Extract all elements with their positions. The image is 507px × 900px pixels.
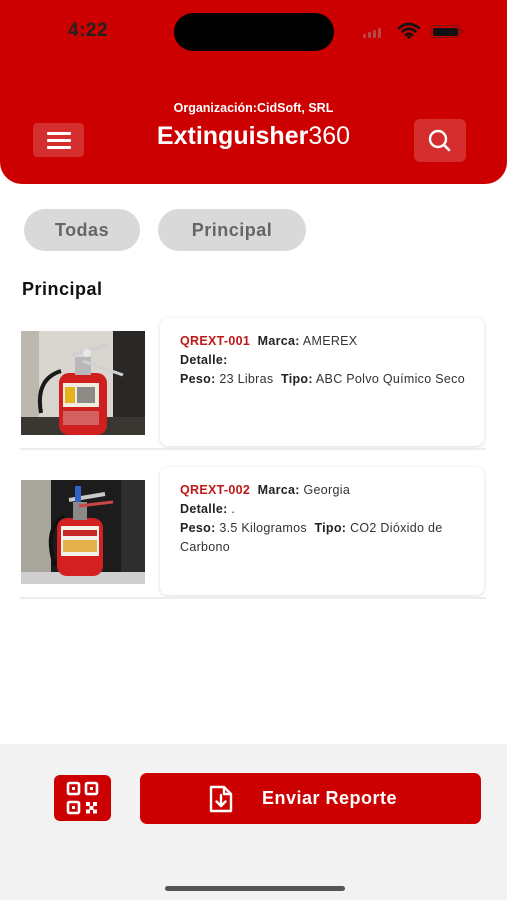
peso-value: 23 Libras (219, 372, 274, 386)
tipo-label: Tipo: (281, 372, 313, 386)
marca-value: AMEREX (302, 334, 358, 348)
extinguisher-card[interactable]: QREXT-002 Marca: Georgia Detalle: . Peso… (160, 467, 484, 595)
filter-chip-principal[interactable]: Principal (158, 209, 306, 251)
extinguisher-list-item[interactable]: QREXT-001 Marca: AMEREX Detalle: Peso: 2… (20, 318, 486, 450)
peso-label: Peso: (180, 521, 216, 535)
download-document-icon (209, 785, 233, 813)
wifi-icon (398, 22, 420, 39)
cellular-signal-icon (363, 28, 381, 38)
fire-extinguisher-photo (21, 331, 145, 435)
peso-label: Peso: (180, 372, 216, 386)
battery-icon (430, 25, 463, 38)
tipo-label: Tipo: (314, 521, 347, 535)
search-icon (428, 129, 451, 152)
send-report-label: Enviar Reporte (262, 788, 398, 808)
search-button[interactable] (414, 119, 466, 162)
send-report-button[interactable]: Enviar Reporte (140, 773, 481, 824)
scan-qr-button[interactable] (54, 775, 111, 821)
status-time: 4:22 (68, 20, 109, 41)
section-title: Principal (22, 279, 103, 299)
marca-label: Marca: (257, 334, 300, 348)
detalle-value: . (231, 502, 236, 516)
extinguisher-code: QREXT-001 (180, 334, 251, 348)
marca-value: Georgia (303, 483, 351, 497)
detalle-label: Detalle: (180, 353, 228, 367)
extinguisher-card[interactable]: QREXT-001 Marca: AMEREX Detalle: Peso: 2… (160, 318, 484, 446)
peso-value: 3.5 Kilogramos (219, 521, 307, 535)
item-divider (20, 597, 486, 599)
extinguisher-code: QREXT-002 (180, 483, 251, 497)
dynamic-island (174, 13, 334, 51)
home-indicator[interactable] (165, 886, 345, 891)
item-divider (20, 448, 486, 450)
detalle-label: Detalle: (180, 502, 228, 516)
qr-code-icon (66, 781, 99, 815)
fire-extinguisher-photo (21, 480, 145, 584)
app-title-light: 360 (308, 122, 351, 150)
app-title-bold: Extinguisher (156, 122, 309, 150)
marca-label: Marca: (257, 483, 300, 497)
organization-label: Organización:CidSoft, SRL (173, 101, 334, 115)
tipo-value: ABC Polvo Químico Seco (315, 372, 465, 386)
app-header: 4:22 Organización:CidSoft, SRL Extinguis… (0, 0, 507, 184)
filter-chip-todas[interactable]: Todas (24, 209, 140, 251)
extinguisher-list-item[interactable]: QREXT-002 Marca: Georgia Detalle: . Peso… (20, 467, 486, 599)
